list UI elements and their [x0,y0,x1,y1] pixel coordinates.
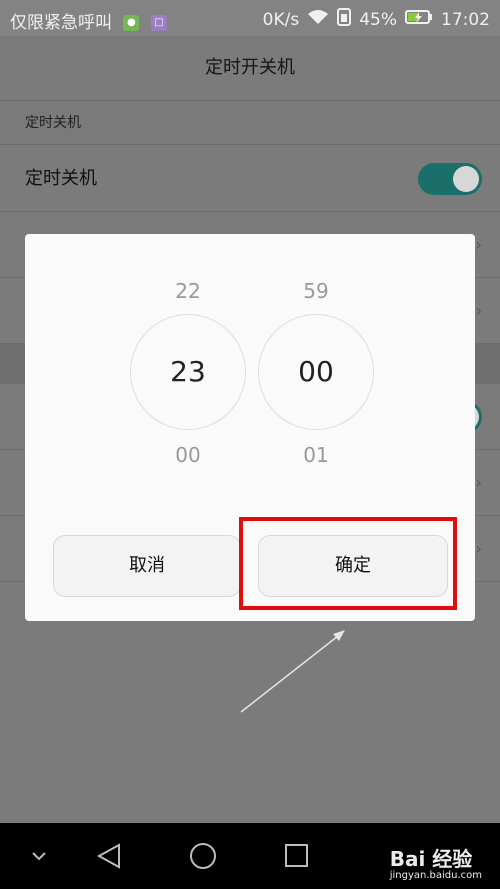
watermark-url: jingyan.baidu.com [389,870,482,881]
recents-icon[interactable] [285,844,308,867]
annotation-arrow [240,630,345,713]
chevron-down-icon[interactable] [32,852,46,861]
home-icon[interactable] [190,843,216,869]
back-icon[interactable] [96,843,120,869]
watermark-brand: Bai 经验 [389,847,473,871]
watermark: Bai 经验 jingyan.baidu.com [390,843,482,881]
navigation-bar: Bai 经验 jingyan.baidu.com [0,823,500,889]
